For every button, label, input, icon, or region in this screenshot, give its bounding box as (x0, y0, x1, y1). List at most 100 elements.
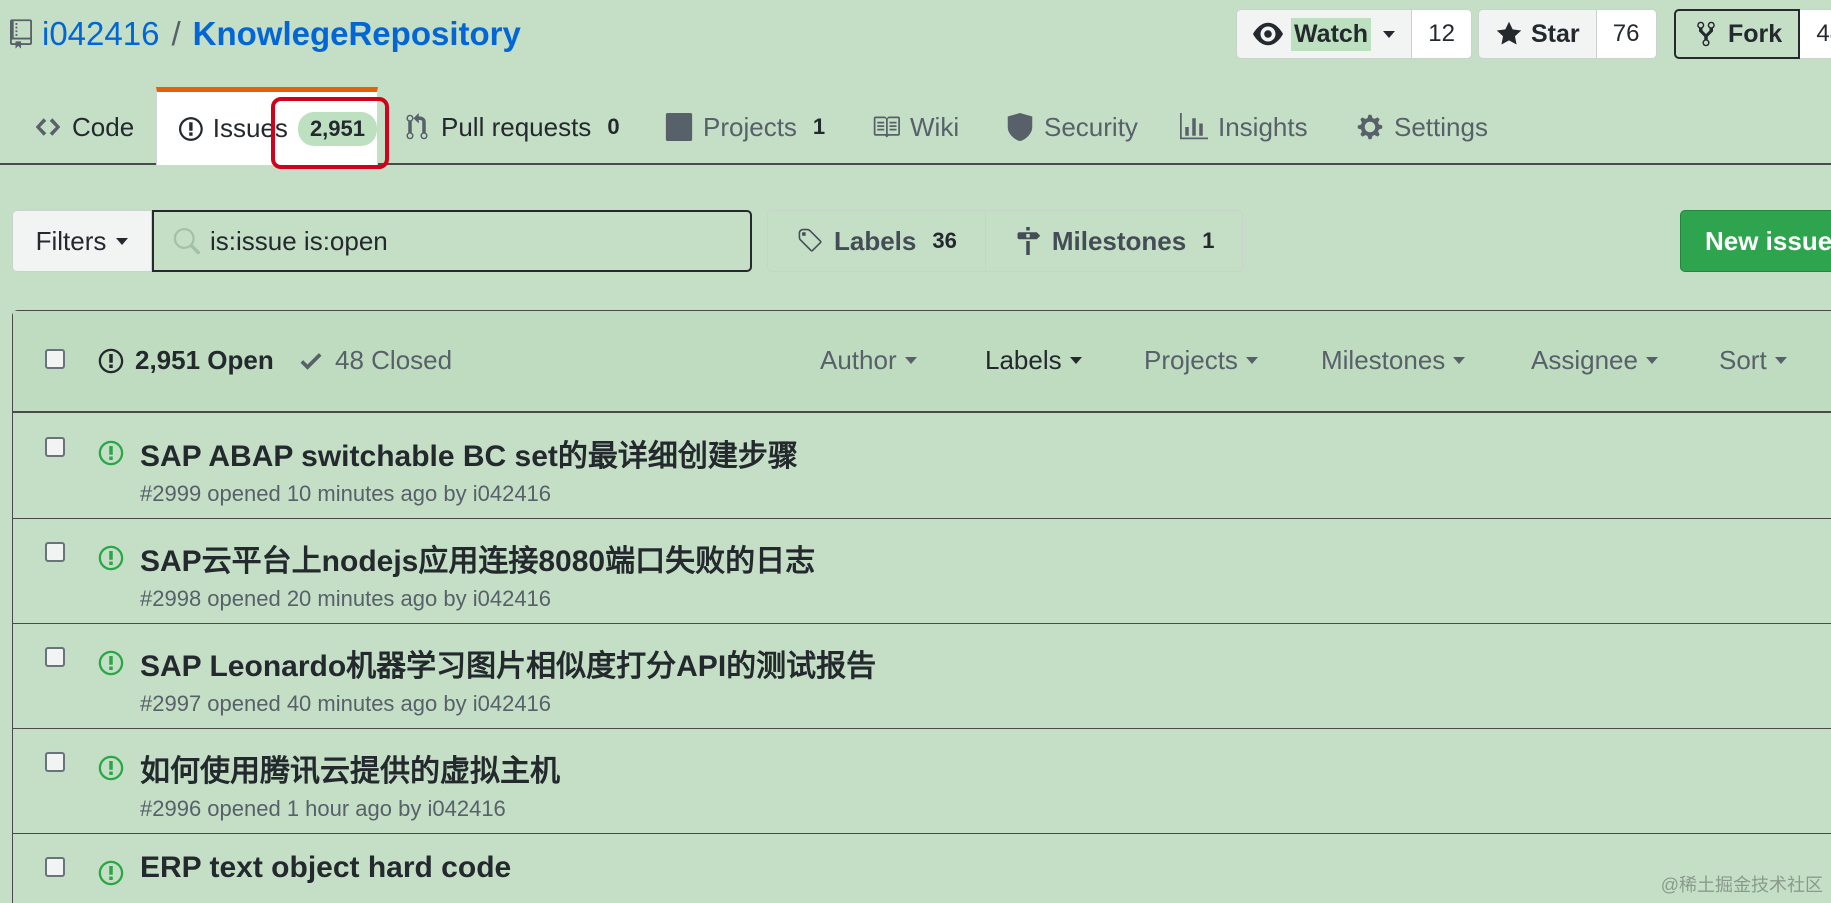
issues-list-header: 2,951 Open 48 Closed Author Labels Proje… (13, 311, 1831, 413)
star-label: Star (1531, 19, 1580, 48)
tab-pull-requests[interactable]: Pull requests 0 (403, 89, 620, 165)
labels-filter[interactable]: Labels (985, 345, 1082, 376)
closed-issues-label: 48 Closed (335, 345, 453, 375)
chevron-down-icon (904, 357, 917, 364)
issue-author-link[interactable]: i042416 (473, 586, 551, 611)
closed-issues-link[interactable]: 48 Closed (297, 345, 452, 376)
tab-wiki[interactable]: Wiki (872, 89, 959, 165)
milestone-icon (1017, 227, 1041, 255)
tab-code[interactable]: Code (34, 89, 134, 165)
chevron-down-icon (1774, 357, 1787, 364)
labels-count: 36 (932, 228, 957, 253)
tab-projects[interactable]: Projects 1 (665, 89, 825, 165)
chevron-down-icon (1645, 357, 1658, 364)
issue-row[interactable]: SAP Leonardo机器学习图片相似度打分API的测试报告 #2997 op… (13, 623, 1831, 728)
chevron-down-icon (116, 237, 129, 245)
milestones-filter-label: Milestones (1321, 345, 1446, 375)
tab-settings[interactable]: Settings (1356, 89, 1488, 165)
issue-title-link[interactable]: SAP云平台上nodejs应用连接8080端口失败的日志 (140, 536, 815, 580)
labels-label: Labels (834, 225, 917, 256)
repo-owner-link[interactable]: i042416 (42, 15, 159, 53)
issue-row[interactable]: SAP云平台上nodejs应用连接8080端口失败的日志 #2998 opene… (13, 518, 1831, 623)
milestones-filter[interactable]: Milestones (1321, 345, 1466, 376)
new-issue-button[interactable]: New issue (1680, 210, 1831, 272)
projects-counter: 1 (812, 114, 826, 139)
code-icon (35, 118, 61, 136)
check-icon (300, 352, 322, 370)
issue-checkbox[interactable] (45, 752, 65, 772)
assignee-filter-label: Assignee (1531, 345, 1638, 375)
issue-checkbox[interactable] (45, 542, 65, 562)
search-query: is:issue is:open (210, 225, 388, 256)
issue-title-link[interactable]: SAP Leonardo机器学习图片相似度打分API的测试报告 (140, 641, 876, 685)
sort-filter-label: Sort (1719, 345, 1767, 375)
tab-security[interactable]: Security (1006, 89, 1138, 165)
search-input[interactable]: is:issue is:open (152, 210, 752, 272)
filters-label: Filters (35, 225, 107, 256)
issue-title-link[interactable]: SAP ABAP switchable BC set的最详细创建步骤 (140, 431, 798, 475)
sort-filter[interactable]: Sort (1719, 345, 1787, 376)
watch-group: Watch 12 (1236, 9, 1473, 59)
watch-count[interactable]: 12 (1412, 9, 1473, 59)
tab-insights[interactable]: Insights (1180, 89, 1308, 165)
issue-opened-icon (98, 440, 124, 466)
fork-count[interactable]: 48 (1800, 9, 1831, 59)
star-group: Star 76 (1478, 9, 1657, 59)
assignee-filter[interactable]: Assignee (1531, 345, 1658, 376)
projects-filter[interactable]: Projects (1144, 345, 1258, 376)
issue-author-link[interactable]: i042416 (473, 691, 551, 716)
labels-button[interactable]: Labels 36 (768, 211, 985, 271)
project-icon (665, 113, 693, 141)
issues-list: 2,951 Open 48 Closed Author Labels Proje… (12, 310, 1831, 903)
issue-row[interactable]: 如何使用腾讯云提供的虚拟主机 #2996 opened 1 hour ago b… (13, 728, 1831, 833)
issue-title-link[interactable]: ERP text object hard code (140, 851, 511, 885)
eye-icon (1253, 22, 1283, 46)
issue-opened-icon (98, 860, 124, 886)
issue-title-link[interactable]: 如何使用腾讯云提供的虚拟主机 (140, 746, 560, 790)
issue-row[interactable]: ERP text object hard code (13, 833, 1831, 903)
tab-projects-label: Projects (703, 111, 797, 142)
star-icon (1496, 21, 1522, 45)
author-filter-label: Author (820, 345, 897, 375)
tab-code-label: Code (72, 111, 135, 142)
repo-icon (10, 19, 32, 49)
star-count[interactable]: 76 (1596, 9, 1657, 59)
labels-filter-label: Labels (985, 345, 1062, 375)
select-all-checkbox[interactable] (45, 349, 65, 369)
book-icon (873, 116, 900, 138)
milestones-button[interactable]: Milestones 1 (984, 211, 1243, 271)
shield-icon (1007, 113, 1033, 141)
issue-checkbox[interactable] (45, 647, 65, 667)
filters-dropdown[interactable]: Filters (12, 210, 152, 272)
pull-requests-counter: 0 (607, 114, 620, 139)
issue-meta: #2997 opened 40 minutes ago by i042416 (140, 691, 551, 717)
watch-label: Watch (1291, 17, 1372, 51)
issue-row[interactable]: SAP ABAP switchable BC set的最详细创建步骤 #2999… (13, 413, 1831, 518)
tab-security-label: Security (1044, 111, 1138, 142)
open-issues-link[interactable]: 2,951 Open (97, 345, 274, 376)
issue-opened-icon (98, 348, 124, 373)
search-icon (173, 228, 200, 255)
issue-checkbox[interactable] (45, 857, 65, 877)
fork-label: Fork (1728, 19, 1783, 48)
repo-separator: / (171, 15, 181, 52)
tab-wiki-label: Wiki (910, 111, 960, 142)
issue-checkbox[interactable] (45, 437, 65, 457)
gear-icon (1357, 114, 1383, 140)
issue-meta: #2999 opened 10 minutes ago by i042416 (140, 481, 551, 507)
repo-name-link[interactable]: KnowlegeRepository (193, 15, 521, 53)
issue-opened-icon (179, 116, 203, 141)
issue-author-link[interactable]: i042416 (473, 481, 551, 506)
issue-opened-icon (98, 545, 124, 571)
fork-button[interactable]: Fork (1674, 9, 1801, 59)
fork-icon (1697, 21, 1715, 47)
watermark: @稀土掘金技术社区 (1660, 875, 1823, 895)
watch-button[interactable]: Watch (1236, 9, 1413, 59)
issue-meta: #2998 opened 20 minutes ago by i042416 (140, 586, 551, 612)
projects-filter-label: Projects (1144, 345, 1238, 375)
issue-author-link[interactable]: i042416 (427, 796, 505, 821)
chevron-down-icon (1453, 357, 1466, 364)
star-button[interactable]: Star (1478, 9, 1597, 59)
author-filter[interactable]: Author (820, 345, 917, 376)
milestones-count: 1 (1202, 228, 1215, 253)
